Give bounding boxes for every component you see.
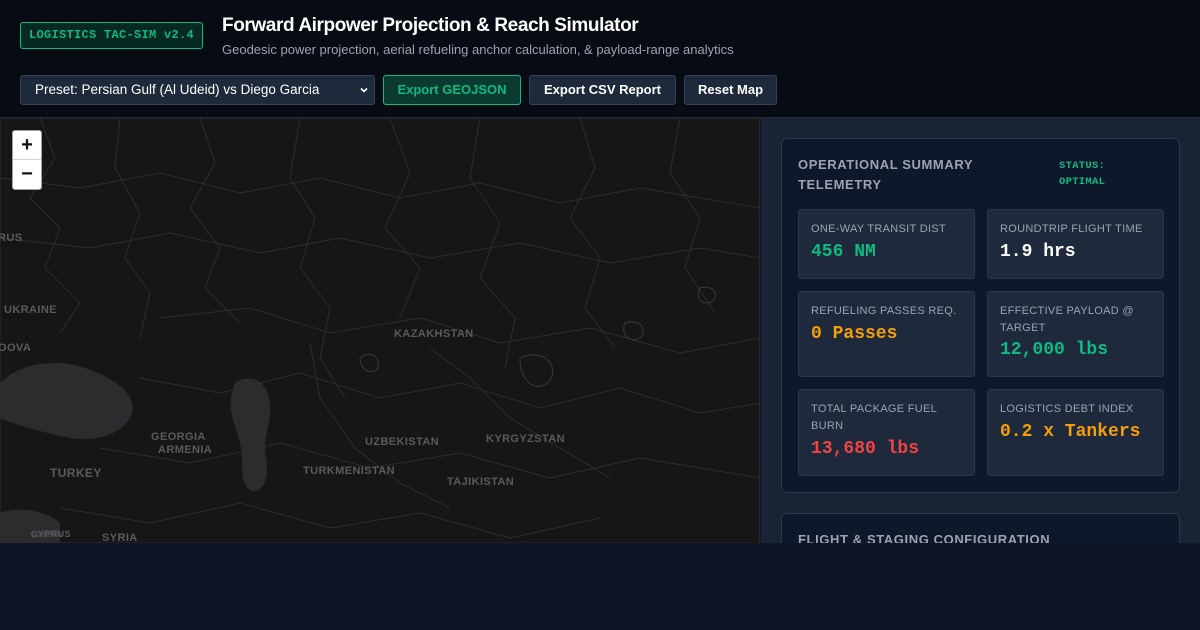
map-label-cyprus: CYPRUS — [31, 529, 71, 539]
metric-value: 13,680 lbs — [811, 439, 920, 459]
zoom-control: + − — [12, 130, 42, 190]
metric-label: EFFECTIVE PAYLOAD @ TARGET — [1000, 305, 1134, 334]
metric-tile-fuel-burn: TOTAL PACKAGE FUEL BURN 13,680 lbs — [798, 389, 975, 476]
preset-select-value: Preset: Persian Gulf (Al Udeid) vs Diego… — [35, 82, 320, 97]
metric-tile-refueling-passes: REFUELING PASSES REQ. 0 Passes — [798, 291, 975, 377]
map-label-turkmenistan: TURKMENISTAN — [303, 465, 395, 477]
map-label-uzbekistan: UZBEKISTAN — [365, 436, 440, 448]
export-csv-button[interactable]: Export CSV Report — [529, 75, 676, 105]
map-label-georgia: GEORGIA — [151, 431, 206, 443]
config-title: FLIGHT & STAGING CONFIGURATION — [798, 532, 1051, 543]
map-label-turkey: TURKEY — [50, 466, 102, 480]
metric-tile-effective-payload: EFFECTIVE PAYLOAD @ TARGET 12,000 lbs — [987, 291, 1164, 377]
page-subtitle: Geodesic power projection, aerial refuel… — [222, 42, 734, 57]
export-geojson-button[interactable]: Export GEOJSON — [383, 75, 521, 105]
metric-value: 0 Passes — [811, 324, 898, 344]
page-title: Forward Airpower Projection & Reach Simu… — [222, 15, 639, 36]
telemetry-sidebar[interactable]: OPERATIONAL SUMMARY TELEMETRY STATUS: OP… — [761, 118, 1200, 543]
map-label-moldova: OOVA — [0, 342, 32, 354]
map-basemap — [0, 118, 759, 543]
metric-tile-logistics-debt: LOGISTICS DEBT INDEX 0.2 x Tankers — [987, 389, 1164, 476]
map-label-kyrgyzstan: KYRGYZSTAN — [486, 433, 565, 445]
map-label-kazakhstan: KAZAKHSTAN — [394, 328, 474, 340]
map-view[interactable]: RUS UKRAINE OOVA KAZAKHSTAN GEORGIA ARME… — [0, 118, 760, 543]
map-label-tajikistan: TAJIKISTAN — [447, 476, 515, 488]
metric-value: 1.9 hrs — [1000, 242, 1076, 262]
chevron-down-icon — [360, 87, 368, 93]
map-label-armenia: ARMENIA — [158, 444, 213, 456]
version-badge: LOGISTICS TAC-SIM v2.4 — [20, 22, 204, 49]
preset-select[interactable]: Preset: Persian Gulf (Al Udeid) vs Diego… — [20, 75, 375, 105]
metric-label: ONE-WAY TRANSIT DIST — [811, 223, 946, 235]
zoom-in-button[interactable]: + — [13, 131, 41, 160]
reset-map-button[interactable]: Reset Map — [684, 75, 777, 105]
metric-tile-transit-dist: ONE-WAY TRANSIT DIST 456 NM — [798, 209, 975, 279]
zoom-out-button[interactable]: − — [13, 160, 41, 189]
map-label-ukraine: UKRAINE — [4, 304, 57, 316]
operational-summary-card: OPERATIONAL SUMMARY TELEMETRY STATUS: OP… — [781, 138, 1180, 493]
status-badge: STATUS: OPTIMAL — [1059, 160, 1106, 188]
map-label-russia: RUS — [0, 232, 23, 244]
metric-value: 456 NM — [811, 242, 876, 262]
header: LOGISTICS TAC-SIM v2.4 Forward Airpower … — [0, 0, 1200, 118]
map-label-syria: SYRIA — [102, 532, 138, 543]
metric-label: LOGISTICS DEBT INDEX — [1000, 403, 1134, 415]
metric-label: TOTAL PACKAGE FUEL BURN — [811, 403, 937, 432]
app-root: LOGISTICS TAC-SIM v2.4 Forward Airpower … — [0, 0, 1200, 543]
summary-title: OPERATIONAL SUMMARY TELEMETRY — [798, 157, 973, 192]
metric-value: 12,000 lbs — [1000, 340, 1109, 360]
metric-label: ROUNDTRIP FLIGHT TIME — [1000, 223, 1143, 235]
metric-value: 0.2 x Tankers — [1000, 422, 1141, 442]
metric-tile-flight-time: ROUNDTRIP FLIGHT TIME 1.9 hrs — [987, 209, 1164, 279]
metric-label: REFUELING PASSES REQ. — [811, 305, 957, 317]
flight-staging-config-card: FLIGHT & STAGING CONFIGURATION — [781, 513, 1180, 543]
